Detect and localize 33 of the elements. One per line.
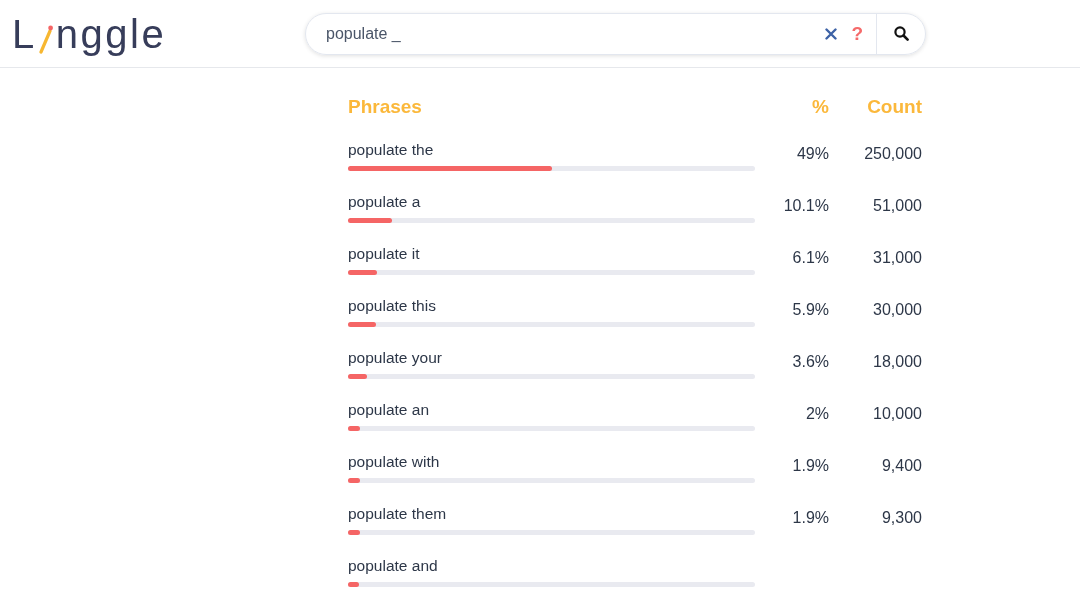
count-text: 250,000 [864,145,922,162]
count-text: 9,300 [881,509,922,526]
count-text: 51,000 [873,197,922,214]
phrase-text: populate it [348,243,420,264]
phrase-text: populate a [348,191,421,212]
logo-text: nggle [55,13,167,54]
column-header: Phrases [348,95,422,117]
search-icon [893,26,909,41]
percent-text: 5.9% [792,301,829,318]
percent-text: 3.6% [792,353,829,370]
percent-text: 1.9% [792,457,829,474]
count-text: 9,400 [881,457,922,474]
column-header: Count [867,95,922,117]
logo-text: L [12,13,37,54]
phrase-text: populate them [348,503,447,524]
percent-text: 2% [805,405,829,422]
phrase-text: populate this [348,295,436,316]
percent-text: 10.1% [783,197,829,214]
count-text: 30,000 [873,301,922,318]
phrase-text: populate the [348,139,434,160]
phrase-text: populate your [348,347,442,368]
clear-icon[interactable] [825,27,838,40]
count-text: 10,000 [873,405,922,422]
percent-text: 1.9% [792,509,829,526]
count-text: 18,000 [873,353,922,370]
percent-text: 6.1% [792,249,829,266]
column-header: % [812,95,829,117]
phrase-text: populate and [348,555,438,576]
phrase-text: populate with [348,451,440,472]
count-text: 31,000 [873,249,922,266]
pencil-icon [37,23,53,54]
percent-text: 49% [796,145,829,162]
phrase-text: populate an [348,399,430,420]
